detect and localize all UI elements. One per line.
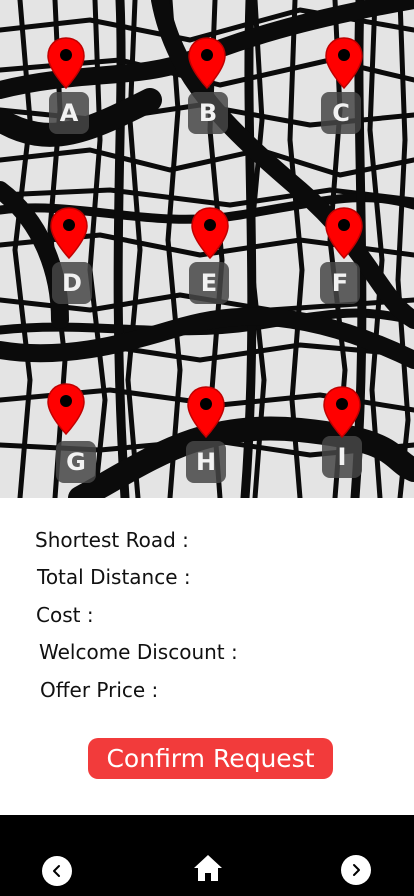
shortest-road-label: Shortest Road :	[35, 528, 189, 552]
map-view[interactable]: A B C D E F G H I	[0, 0, 414, 498]
pin-i-marker-icon[interactable]	[322, 385, 362, 441]
welcome-discount-label: Welcome Discount :	[39, 640, 238, 664]
confirm-request-button[interactable]: Confirm Request	[88, 738, 333, 779]
chevron-right-icon[interactable]	[341, 855, 371, 885]
pin-f-marker-icon[interactable]	[324, 206, 364, 262]
pin-d-marker-icon[interactable]	[49, 206, 89, 262]
pin-label-f[interactable]: F	[320, 262, 360, 304]
pin-g-marker-icon[interactable]	[46, 382, 86, 438]
pin-label-g[interactable]: G	[56, 441, 96, 483]
pin-e-marker-icon[interactable]	[190, 206, 230, 262]
pin-label-i[interactable]: I	[322, 436, 362, 478]
offer-price-label: Offer Price :	[40, 678, 159, 702]
route-info-panel: Shortest Road : Total Distance : Cost : …	[0, 498, 414, 815]
bottom-nav-bar	[0, 815, 414, 896]
pin-a-marker-icon[interactable]	[46, 36, 86, 92]
pin-label-h[interactable]: H	[186, 441, 226, 483]
pin-h-marker-icon[interactable]	[186, 385, 226, 441]
pin-label-e[interactable]: E	[189, 262, 229, 304]
chevron-left-icon[interactable]	[42, 856, 72, 886]
pin-b-marker-icon[interactable]	[187, 36, 227, 92]
pin-label-d[interactable]: D	[52, 262, 92, 304]
cost-label: Cost :	[36, 603, 94, 627]
total-distance-label: Total Distance :	[37, 565, 191, 589]
pin-c-marker-icon[interactable]	[324, 36, 364, 92]
pin-label-c[interactable]: C	[321, 92, 361, 134]
pin-label-b[interactable]: B	[188, 92, 228, 134]
home-icon[interactable]	[192, 853, 224, 883]
pin-label-a[interactable]: A	[49, 92, 89, 134]
